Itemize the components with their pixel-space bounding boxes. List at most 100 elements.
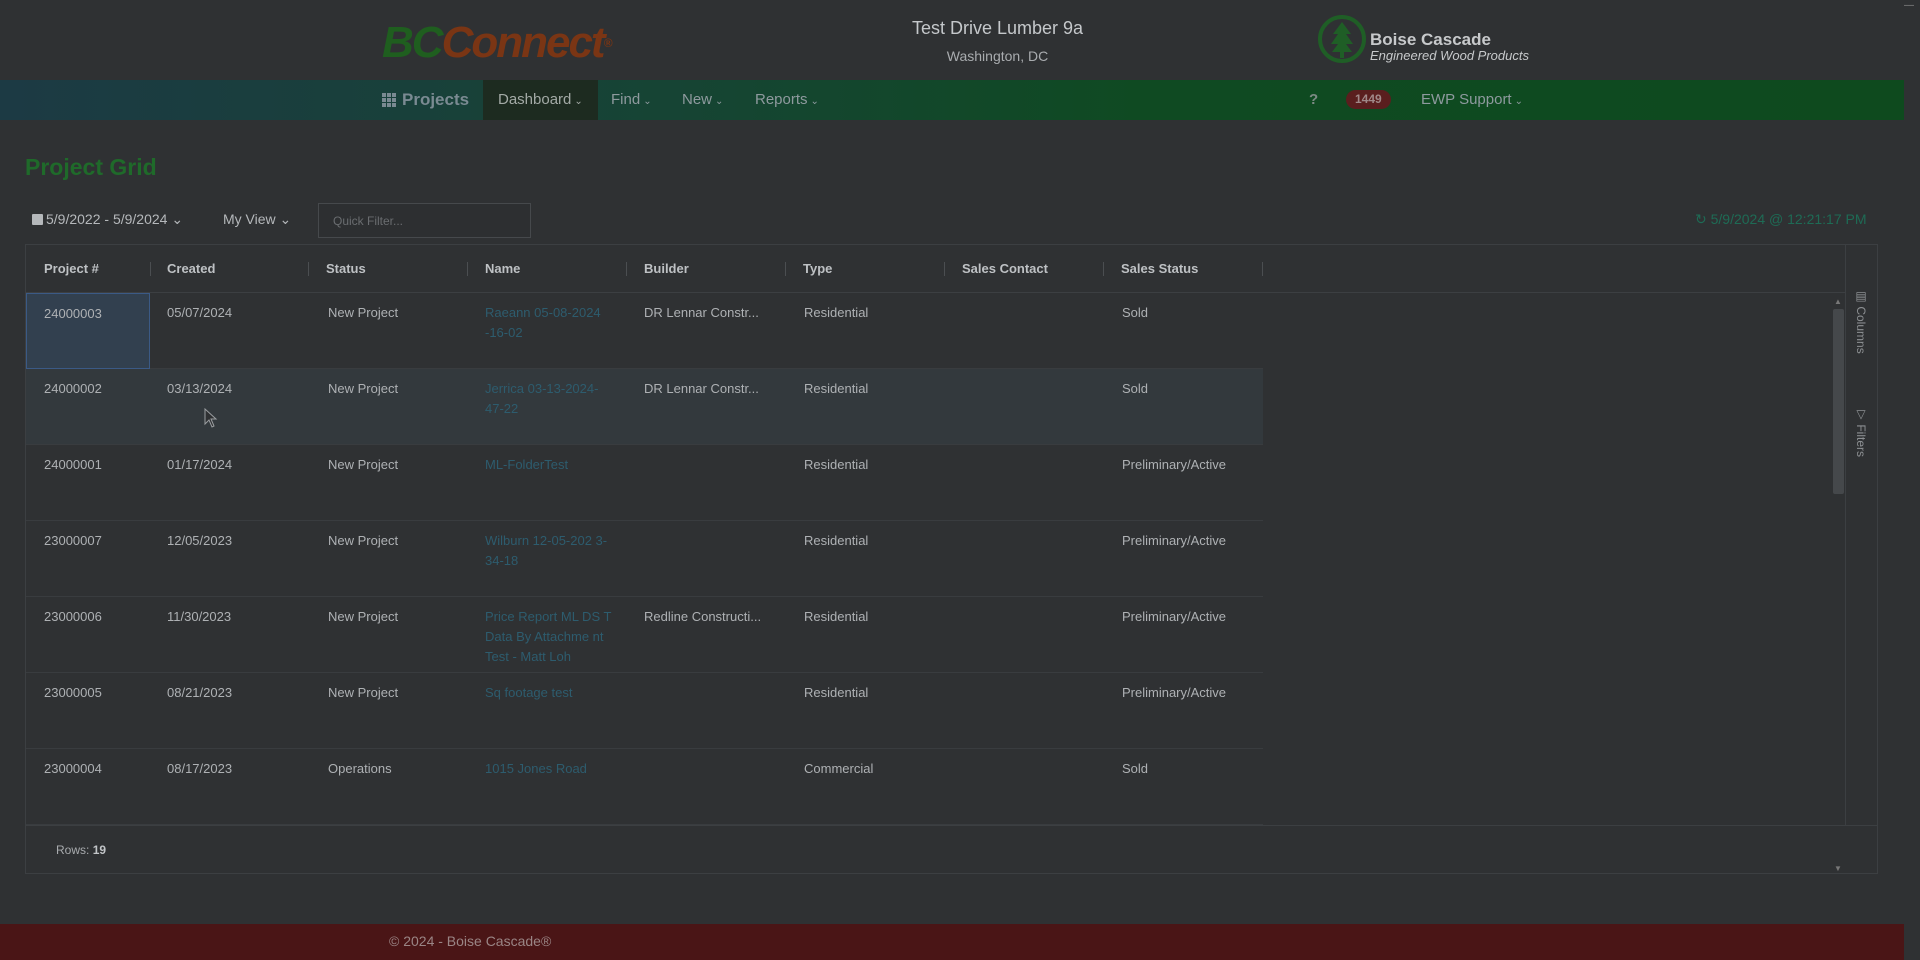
cell-type[interactable]: Residential bbox=[804, 607, 868, 627]
view-label: My View bbox=[223, 211, 276, 227]
cell-created[interactable]: 08/17/2023 bbox=[167, 759, 232, 779]
col-header-sales-contact[interactable]: Sales Contact bbox=[962, 245, 1049, 293]
col-header-sales-status[interactable]: Sales Status bbox=[1121, 245, 1199, 293]
table-row[interactable]: 24000002 03/13/2024 New Project Jerrica … bbox=[26, 369, 1263, 445]
cell-status[interactable]: New Project bbox=[328, 683, 398, 703]
cell-type[interactable]: Residential bbox=[804, 303, 868, 323]
filters-tab[interactable]: ▽ Filters bbox=[1854, 407, 1868, 457]
col-header-created[interactable]: Created bbox=[167, 245, 216, 293]
column-separator[interactable] bbox=[626, 262, 627, 276]
cell-created[interactable]: 11/30/2023 bbox=[167, 607, 231, 627]
nav-new[interactable]: New ⌄ bbox=[682, 80, 723, 120]
nav-find[interactable]: Find ⌄ bbox=[611, 80, 652, 120]
bcconnect-logo[interactable]: BCConnect® bbox=[382, 18, 637, 68]
col-header-type[interactable]: Type bbox=[803, 245, 833, 293]
columns-icon: ▤ bbox=[1854, 289, 1868, 307]
cell-name-link[interactable]: Price Report ML DS T Data By Attachme nt… bbox=[485, 607, 613, 667]
cell-project[interactable]: 23000007 bbox=[44, 531, 102, 551]
grid-vertical-scrollbar[interactable]: ▲ ▼ bbox=[1832, 297, 1845, 873]
quick-filter-input[interactable] bbox=[318, 203, 531, 238]
cell-created[interactable]: 01/17/2024 bbox=[167, 455, 232, 475]
copyright-text: © 2024 - Boise Cascade® bbox=[389, 933, 552, 949]
col-header-name[interactable]: Name bbox=[485, 245, 521, 293]
chevron-down-icon: ⌄ bbox=[715, 96, 724, 107]
cell-status[interactable]: New Project bbox=[328, 303, 398, 323]
cell-name-link[interactable]: Wilburn 12-05-202 3-34-18 bbox=[485, 531, 613, 571]
cell-name-link[interactable]: Jerrica 03-13-2024-47-22 bbox=[485, 379, 613, 419]
cell-project[interactable]: 24000002 bbox=[44, 379, 102, 399]
cell-status[interactable]: New Project bbox=[328, 607, 398, 627]
column-separator[interactable] bbox=[308, 262, 309, 276]
rows-count: 19 bbox=[92, 843, 107, 857]
date-range-picker[interactable]: 5/9/2022 - 5/9/2024 ⌄ bbox=[32, 211, 183, 228]
cell-sales-status[interactable]: Preliminary/Active bbox=[1122, 455, 1226, 475]
date-range-label: 5/9/2022 - 5/9/2024 bbox=[46, 211, 168, 227]
cell-type[interactable]: Residential bbox=[804, 531, 868, 551]
cell-type[interactable]: Residential bbox=[804, 379, 868, 399]
cell-builder[interactable]: DR Lennar Constr... bbox=[644, 379, 759, 399]
nav-brand-label: Projects bbox=[402, 90, 470, 109]
cell-created[interactable]: 12/05/2023 bbox=[167, 531, 232, 551]
cell-sales-status[interactable]: Sold bbox=[1122, 379, 1148, 399]
cell-created[interactable]: 05/07/2024 bbox=[167, 303, 232, 323]
column-separator[interactable] bbox=[150, 262, 151, 276]
col-header-builder[interactable]: Builder bbox=[644, 245, 690, 293]
scroll-up-icon[interactable]: ▲ bbox=[1834, 297, 1842, 306]
nav-projects-brand[interactable]: Projects bbox=[382, 80, 469, 120]
column-separator[interactable] bbox=[944, 262, 945, 276]
column-separator[interactable] bbox=[467, 262, 468, 276]
view-selector[interactable]: My View ⌄ bbox=[223, 211, 291, 228]
column-separator[interactable] bbox=[1103, 262, 1104, 276]
column-separator[interactable] bbox=[1262, 262, 1263, 276]
nav-dashboard[interactable]: Dashboard ⌄ bbox=[483, 80, 598, 120]
cell-type[interactable]: Commercial bbox=[804, 759, 873, 779]
cell-sales-status[interactable]: Preliminary/Active bbox=[1122, 531, 1226, 551]
cell-builder[interactable]: DR Lennar Constr... bbox=[644, 303, 759, 323]
table-row[interactable]: 24000001 01/17/2024 New Project ML-Folde… bbox=[26, 445, 1263, 521]
cell-sales-status[interactable]: Preliminary/Active bbox=[1122, 683, 1226, 703]
cell-name-link[interactable]: Raeann 05-08-2024 -16-02 bbox=[485, 303, 613, 343]
table-row[interactable]: 24000003 05/07/2024 New Project Raeann 0… bbox=[26, 293, 1263, 369]
cell-project[interactable]: 23000006 bbox=[44, 607, 102, 627]
cell-sales-status[interactable]: Sold bbox=[1122, 759, 1148, 779]
cell-project[interactable]: 23000005 bbox=[44, 683, 102, 703]
chevron-down-icon: ⌄ bbox=[171, 211, 184, 227]
cell-name-link[interactable]: Sq footage test bbox=[485, 683, 613, 703]
refresh-timestamp[interactable]: ↻ 5/9/2024 @ 12:21:17 PM bbox=[1695, 211, 1867, 228]
cell-created[interactable]: 08/21/2023 bbox=[167, 683, 232, 703]
cell-status[interactable]: New Project bbox=[328, 531, 398, 551]
table-row[interactable]: 23000007 12/05/2023 New Project Wilburn … bbox=[26, 521, 1263, 597]
tree-icon bbox=[1318, 15, 1366, 63]
table-row[interactable]: 23000004 08/17/2023 Operations 1015 Jone… bbox=[26, 749, 1263, 825]
help-button[interactable]: ? bbox=[1309, 80, 1318, 120]
cell-project[interactable]: 23000004 bbox=[44, 759, 102, 779]
cell-status[interactable]: New Project bbox=[328, 379, 398, 399]
company-city: Washington, DC bbox=[946, 48, 1049, 64]
cell-sales-status[interactable]: Sold bbox=[1122, 303, 1148, 323]
grid-header-row: Project # Created Status Name Builder Ty… bbox=[26, 245, 1846, 293]
cell-status[interactable]: Operations bbox=[328, 759, 392, 779]
cell-type[interactable]: Residential bbox=[804, 455, 868, 475]
scrollbar-thumb[interactable] bbox=[1833, 309, 1844, 494]
cell-builder[interactable]: Redline Constructi... bbox=[644, 607, 761, 627]
col-header-status[interactable]: Status bbox=[326, 245, 367, 293]
table-row[interactable]: 23000005 08/21/2023 New Project Sq foota… bbox=[26, 673, 1263, 749]
cell-project[interactable]: 24000003 bbox=[26, 293, 150, 369]
cell-created[interactable]: 03/13/2024 bbox=[167, 379, 232, 399]
columns-tab[interactable]: ▤ Columns bbox=[1854, 289, 1868, 354]
column-separator[interactable] bbox=[785, 262, 786, 276]
notification-badge[interactable]: 1449 bbox=[1346, 90, 1391, 109]
cell-project[interactable]: 24000001 bbox=[44, 455, 102, 475]
cell-status[interactable]: New Project bbox=[328, 455, 398, 475]
table-row[interactable]: 23000006 11/30/2023 New Project Price Re… bbox=[26, 597, 1263, 673]
cell-type[interactable]: Residential bbox=[804, 683, 868, 703]
nav-user-menu[interactable]: EWP Support ⌄ bbox=[1421, 80, 1523, 120]
cell-sales-status[interactable]: Preliminary/Active bbox=[1122, 607, 1226, 627]
cell-name-link[interactable]: ML-FolderTest bbox=[485, 455, 613, 475]
cell-name-link[interactable]: 1015 Jones Road bbox=[485, 759, 613, 779]
window-minimize-icon[interactable]: — bbox=[1904, 0, 1914, 11]
filter-icon: ▽ bbox=[1854, 407, 1868, 425]
refresh-icon: ↻ bbox=[1695, 211, 1707, 227]
nav-reports[interactable]: Reports ⌄ bbox=[755, 80, 819, 120]
col-header-project[interactable]: Project # bbox=[44, 245, 100, 293]
